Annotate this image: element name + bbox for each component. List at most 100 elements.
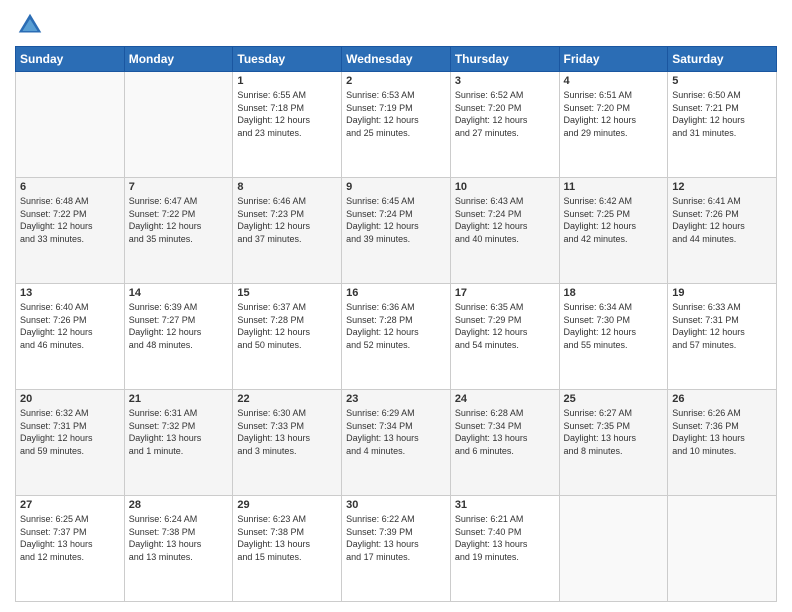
- weekday-header-saturday: Saturday: [668, 47, 777, 72]
- day-info: Sunrise: 6:29 AMSunset: 7:34 PMDaylight:…: [346, 407, 446, 457]
- day-info: Sunrise: 6:55 AMSunset: 7:18 PMDaylight:…: [237, 89, 337, 139]
- day-number: 19: [672, 287, 772, 299]
- week-row-3: 13 Sunrise: 6:40 AMSunset: 7:26 PMDayligh…: [16, 284, 777, 390]
- day-info: Sunrise: 6:47 AMSunset: 7:22 PMDaylight:…: [129, 195, 229, 245]
- day-info: Sunrise: 6:25 AMSunset: 7:37 PMDaylight:…: [20, 513, 120, 563]
- calendar-cell: [16, 72, 125, 178]
- day-info: Sunrise: 6:22 AMSunset: 7:39 PMDaylight:…: [346, 513, 446, 563]
- calendar-cell: 13 Sunrise: 6:40 AMSunset: 7:26 PMDayligh…: [16, 284, 125, 390]
- day-info: Sunrise: 6:42 AMSunset: 7:25 PMDaylight:…: [564, 195, 664, 245]
- calendar-cell: 30 Sunrise: 6:22 AMSunset: 7:39 PMDayligh…: [342, 496, 451, 602]
- day-number: 29: [237, 499, 337, 511]
- day-info: Sunrise: 6:50 AMSunset: 7:21 PMDaylight:…: [672, 89, 772, 139]
- day-info: Sunrise: 6:48 AMSunset: 7:22 PMDaylight:…: [20, 195, 120, 245]
- calendar-cell: [124, 72, 233, 178]
- page: SundayMondayTuesdayWednesdayThursdayFrid…: [0, 0, 792, 612]
- calendar-cell: 11 Sunrise: 6:42 AMSunset: 7:25 PMDayligh…: [559, 178, 668, 284]
- logo-icon: [15, 10, 45, 40]
- calendar-cell: 12Sunrise: 6:41 AMSunset: 7:26 PMDayligh…: [668, 178, 777, 284]
- logo: [15, 10, 49, 40]
- day-number: 23: [346, 393, 446, 405]
- day-info: Sunrise: 6:37 AMSunset: 7:28 PMDaylight:…: [237, 301, 337, 351]
- day-number: 13: [20, 287, 120, 299]
- day-info: Sunrise: 6:45 AMSunset: 7:24 PMDaylight:…: [346, 195, 446, 245]
- day-info: Sunrise: 6:33 AMSunset: 7:31 PMDaylight:…: [672, 301, 772, 351]
- calendar-cell: 7 Sunrise: 6:47 AMSunset: 7:22 PMDaylight…: [124, 178, 233, 284]
- calendar-cell: [668, 496, 777, 602]
- day-number: 1: [237, 75, 337, 87]
- day-number: 28: [129, 499, 229, 511]
- calendar-table: SundayMondayTuesdayWednesdayThursdayFrid…: [15, 46, 777, 602]
- day-number: 27: [20, 499, 120, 511]
- calendar-cell: 1 Sunrise: 6:55 AMSunset: 7:18 PMDaylight…: [233, 72, 342, 178]
- weekday-header-sunday: Sunday: [16, 47, 125, 72]
- day-number: 2: [346, 75, 446, 87]
- calendar-cell: 21 Sunrise: 6:31 AMSunset: 7:32 PMDayligh…: [124, 390, 233, 496]
- day-number: 14: [129, 287, 229, 299]
- day-number: 3: [455, 75, 555, 87]
- calendar-cell: 2 Sunrise: 6:53 AMSunset: 7:19 PMDaylight…: [342, 72, 451, 178]
- calendar-cell: 18Sunrise: 6:34 AMSunset: 7:30 PMDayligh…: [559, 284, 668, 390]
- day-number: 12: [672, 181, 772, 193]
- calendar-cell: 14 Sunrise: 6:39 AMSunset: 7:27 PMDayligh…: [124, 284, 233, 390]
- calendar-cell: [559, 496, 668, 602]
- header: [15, 10, 777, 40]
- calendar-cell: 3 Sunrise: 6:52 AMSunset: 7:20 PMDaylight…: [450, 72, 559, 178]
- calendar-cell: 26 Sunrise: 6:26 AMSunset: 7:36 PMDayligh…: [668, 390, 777, 496]
- calendar-cell: 4 Sunrise: 6:51 AMSunset: 7:20 PMDaylight…: [559, 72, 668, 178]
- calendar-cell: 29 Sunrise: 6:23 AMSunset: 7:38 PMDayligh…: [233, 496, 342, 602]
- day-number: 11: [564, 181, 664, 193]
- day-info: Sunrise: 6:32 AMSunset: 7:31 PMDaylight:…: [20, 407, 120, 457]
- day-info: Sunrise: 6:53 AMSunset: 7:19 PMDaylight:…: [346, 89, 446, 139]
- day-number: 22: [237, 393, 337, 405]
- day-info: Sunrise: 6:35 AMSunset: 7:29 PMDaylight:…: [455, 301, 555, 351]
- calendar-cell: 6Sunrise: 6:48 AMSunset: 7:22 PMDaylight…: [16, 178, 125, 284]
- day-number: 4: [564, 75, 664, 87]
- day-number: 5: [672, 75, 772, 87]
- day-info: Sunrise: 6:39 AMSunset: 7:27 PMDaylight:…: [129, 301, 229, 351]
- day-info: Sunrise: 6:52 AMSunset: 7:20 PMDaylight:…: [455, 89, 555, 139]
- day-info: Sunrise: 6:26 AMSunset: 7:36 PMDaylight:…: [672, 407, 772, 457]
- weekday-header-wednesday: Wednesday: [342, 47, 451, 72]
- day-info: Sunrise: 6:36 AMSunset: 7:28 PMDaylight:…: [346, 301, 446, 351]
- calendar-cell: 17 Sunrise: 6:35 AMSunset: 7:29 PMDayligh…: [450, 284, 559, 390]
- week-row-1: 1 Sunrise: 6:55 AMSunset: 7:18 PMDaylight…: [16, 72, 777, 178]
- day-number: 15: [237, 287, 337, 299]
- day-number: 25: [564, 393, 664, 405]
- day-info: Sunrise: 6:27 AMSunset: 7:35 PMDaylight:…: [564, 407, 664, 457]
- day-number: 17: [455, 287, 555, 299]
- day-info: Sunrise: 6:43 AMSunset: 7:24 PMDaylight:…: [455, 195, 555, 245]
- day-info: Sunrise: 6:23 AMSunset: 7:38 PMDaylight:…: [237, 513, 337, 563]
- week-row-4: 20 Sunrise: 6:32 AMSunset: 7:31 PMDayligh…: [16, 390, 777, 496]
- day-info: Sunrise: 6:40 AMSunset: 7:26 PMDaylight:…: [20, 301, 120, 351]
- day-number: 10: [455, 181, 555, 193]
- week-row-2: 6Sunrise: 6:48 AMSunset: 7:22 PMDaylight…: [16, 178, 777, 284]
- calendar-cell: 25 Sunrise: 6:27 AMSunset: 7:35 PMDayligh…: [559, 390, 668, 496]
- calendar-cell: 23 Sunrise: 6:29 AMSunset: 7:34 PMDayligh…: [342, 390, 451, 496]
- day-info: Sunrise: 6:24 AMSunset: 7:38 PMDaylight:…: [129, 513, 229, 563]
- day-info: Sunrise: 6:46 AMSunset: 7:23 PMDaylight:…: [237, 195, 337, 245]
- calendar-cell: 24Sunrise: 6:28 AMSunset: 7:34 PMDayligh…: [450, 390, 559, 496]
- day-info: Sunrise: 6:21 AMSunset: 7:40 PMDaylight:…: [455, 513, 555, 563]
- calendar-cell: 31 Sunrise: 6:21 AMSunset: 7:40 PMDayligh…: [450, 496, 559, 602]
- day-info: Sunrise: 6:31 AMSunset: 7:32 PMDaylight:…: [129, 407, 229, 457]
- day-info: Sunrise: 6:51 AMSunset: 7:20 PMDaylight:…: [564, 89, 664, 139]
- day-number: 7: [129, 181, 229, 193]
- day-number: 26: [672, 393, 772, 405]
- calendar-cell: 19 Sunrise: 6:33 AMSunset: 7:31 PMDayligh…: [668, 284, 777, 390]
- calendar-cell: 10 Sunrise: 6:43 AMSunset: 7:24 PMDayligh…: [450, 178, 559, 284]
- day-number: 20: [20, 393, 120, 405]
- weekday-header-friday: Friday: [559, 47, 668, 72]
- day-number: 21: [129, 393, 229, 405]
- calendar-cell: 22Sunrise: 6:30 AMSunset: 7:33 PMDayligh…: [233, 390, 342, 496]
- weekday-header-monday: Monday: [124, 47, 233, 72]
- calendar-cell: 20 Sunrise: 6:32 AMSunset: 7:31 PMDayligh…: [16, 390, 125, 496]
- week-row-5: 27 Sunrise: 6:25 AMSunset: 7:37 PMDayligh…: [16, 496, 777, 602]
- day-number: 31: [455, 499, 555, 511]
- day-number: 30: [346, 499, 446, 511]
- day-info: Sunrise: 6:28 AMSunset: 7:34 PMDaylight:…: [455, 407, 555, 457]
- calendar-cell: 8Sunrise: 6:46 AMSunset: 7:23 PMDaylight…: [233, 178, 342, 284]
- day-number: 16: [346, 287, 446, 299]
- day-number: 9: [346, 181, 446, 193]
- calendar-cell: 15 Sunrise: 6:37 AMSunset: 7:28 PMDayligh…: [233, 284, 342, 390]
